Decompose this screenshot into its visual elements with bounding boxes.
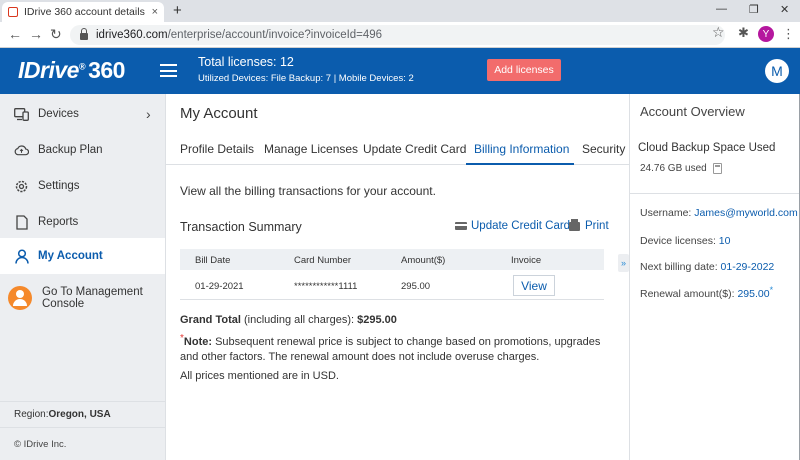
region-info: Region: Oregon, USA [0,401,165,427]
reload-icon[interactable]: ↻ [50,26,62,43]
tab-manage-licenses[interactable]: Manage Licenses [264,142,358,156]
account-tabs: Profile Details Manage Licenses Update C… [166,134,629,165]
management-console-label: Go To Management Console [42,286,143,310]
tab-close-icon[interactable]: × [152,6,158,18]
gear-icon [14,179,29,194]
user-icon [14,248,29,264]
tab-update-credit-card[interactable]: Update Credit Card [363,142,466,156]
cloud-icon [14,143,29,158]
sidebar-item-label: Settings [38,180,80,192]
printer-icon [569,218,580,231]
minimize-icon[interactable]: — [716,3,727,15]
total-licenses: Total licenses: 12 [198,55,294,69]
maximize-icon[interactable]: ❐ [749,3,759,16]
app-header: IDrive® 360 Total licenses: 12 Utilized D… [0,48,800,94]
browser-tab[interactable]: IDrive 360 account details × [2,2,164,22]
tab-security[interactable]: Security [582,142,625,156]
url-host: idrive360.com [96,29,168,41]
forward-icon[interactable]: → [29,26,43,42]
address-bar[interactable]: idrive360.com /enterprise/account/invoic… [70,25,725,45]
page-title: My Account [180,105,258,122]
column-header: Invoice [511,255,542,266]
browser-menu-icon[interactable]: ⋮ [782,26,795,42]
calculator-icon[interactable] [712,163,722,174]
card-number: ************1111 [294,281,358,292]
lock-icon [80,28,88,40]
column-header: Card Number [294,255,352,266]
sidebar-item-label: My Account [38,250,103,262]
idrive-logo[interactable]: IDrive® 360 [18,57,125,84]
tab-title: IDrive 360 account details [24,6,145,18]
transaction-summary-title: Transaction Summary [180,220,302,234]
browser-profile-avatar[interactable]: Y [758,26,774,42]
utilized-devices: Utilized Devices: File Backup: 7 | Mobil… [198,73,414,84]
sidebar-item-my-account[interactable]: My Account [0,238,165,274]
sidebar-item-settings[interactable]: Settings [0,168,165,204]
url-path: /enterprise/account/invoice?invoiceId=49… [167,29,383,41]
tab-billing-information[interactable]: Billing Information [474,142,569,156]
panel-collapse-icon[interactable]: » [618,254,629,272]
extensions-icon[interactable]: ✱ [738,25,749,41]
grand-total: Grand Total (including all charges): $29… [180,314,397,326]
next-billing-row: Next billing date: 01-29-2022 [640,261,775,273]
amount: 295.00 [401,281,431,292]
hamburger-menu-icon[interactable] [160,64,177,77]
region-value: Oregon, USA [48,409,111,420]
billing-description: View all the billing transactions for yo… [180,184,436,198]
tab-profile-details[interactable]: Profile Details [180,142,254,156]
renewal-note: *Note: Subsequent renewal price is subje… [180,333,601,363]
favicon-icon [8,7,18,17]
column-header: Amount($) [401,255,446,266]
browser-tabstrip: IDrive 360 account details × + — ❐ ✕ [0,0,800,22]
update-credit-card-link[interactable]: Update Credit Card [455,220,570,232]
devices-icon [14,107,29,122]
account-overview-title: Account Overview [640,104,745,119]
table-header: Bill Date Card Number Amount($) Invoice [180,249,604,270]
device-licenses-row: Device licenses: 10 [640,235,731,247]
backup-space-title: Cloud Backup Space Used [638,142,776,154]
credit-card-icon [455,222,467,230]
next-billing-value: 01-29-2022 [720,261,775,273]
username-row: Username: James@myworld.com [640,207,798,219]
report-icon [14,214,29,230]
chevron-right-icon: › [146,106,151,122]
space-used: 24.76 GB used [640,163,722,174]
sidebar: Devices › Backup Plan Settings Reports M… [0,94,166,460]
active-tab-indicator [466,163,574,165]
renewal-amount-row: Renewal amount($): 295.00* [640,285,774,300]
sidebar-item-backup-plan[interactable]: Backup Plan [0,132,165,168]
admin-user-icon [8,286,32,310]
view-invoice-button[interactable]: View [513,275,555,296]
usd-note: All prices mentioned are in USD. [180,370,339,382]
user-avatar[interactable]: M [765,59,789,83]
main-content: My Account Profile Details Manage Licens… [166,94,629,460]
sidebar-item-label: Reports [38,216,79,228]
renewal-amount-value: 295.00 [737,288,770,300]
print-link[interactable]: Print [569,218,609,232]
sidebar-item-label: Backup Plan [38,144,103,156]
column-header: Bill Date [195,255,231,266]
window-close-icon[interactable]: ✕ [780,3,789,16]
bookmark-star-icon[interactable]: ☆ [712,24,725,41]
bill-date: 01-29-2021 [195,281,244,292]
table-row: 01-29-2021 ************1111 295.00 View [180,270,604,300]
username-value: James@myworld.com [694,207,798,219]
sidebar-item-devices[interactable]: Devices › [0,96,165,132]
new-tab-button[interactable]: + [173,2,182,19]
device-licenses-value: 10 [718,235,731,247]
copyright: © IDrive Inc. [0,427,165,460]
sidebar-item-management-console[interactable]: Go To Management Console [0,280,165,316]
sidebar-item-reports[interactable]: Reports [0,204,165,240]
divider [630,193,799,194]
sidebar-item-label: Devices [38,108,79,120]
account-overview-panel: Account Overview Cloud Backup Space Used… [629,94,799,460]
back-icon[interactable]: ← [8,26,22,42]
grand-total-value: $295.00 [357,314,397,326]
browser-toolbar: ← → ↻ idrive360.com /enterprise/account/… [0,22,800,48]
add-licenses-button[interactable]: Add licenses [487,59,561,81]
